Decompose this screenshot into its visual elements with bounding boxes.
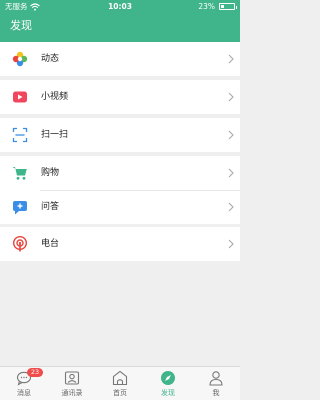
menu-item-label: 问答 — [41, 202, 60, 212]
chevron-right-icon — [228, 239, 234, 249]
discover-compass-icon — [161, 371, 175, 385]
menu-item-label: 扫一扫 — [41, 130, 69, 140]
radio-icon — [13, 236, 27, 252]
status-bar: 无服务 10:03 23% — [0, 0, 240, 14]
chevron-right-icon — [228, 130, 234, 140]
battery-percent: 23% — [198, 2, 215, 11]
chevron-right-icon — [228, 168, 234, 178]
menu-item-shopping[interactable]: 购物 — [0, 156, 240, 190]
qa-chat-icon — [13, 201, 27, 215]
tab-label: 消息 — [17, 389, 31, 397]
tab-messages[interactable]: 23 消息 — [0, 367, 48, 400]
menu-item-label: 电台 — [41, 239, 60, 249]
tab-home[interactable]: 首页 — [96, 367, 144, 400]
tab-label: 通讯录 — [61, 389, 83, 397]
photo-wheel-icon — [12, 51, 28, 67]
menu-group-video: 小视频 — [0, 80, 240, 114]
menu-item-label: 购物 — [41, 168, 60, 178]
top-header: 无服务 10:03 23% 发现 — [0, 0, 240, 42]
menu-item-label: 动态 — [41, 54, 60, 64]
menu-item-label: 小视频 — [41, 92, 69, 102]
shopping-cart-icon — [12, 167, 27, 180]
battery-icon — [219, 3, 237, 10]
tab-label: 我 — [212, 389, 220, 397]
contacts-icon — [64, 371, 80, 385]
home-icon — [112, 370, 128, 386]
menu-item-scan[interactable]: 扫一扫 — [0, 118, 240, 152]
menu-item-qa[interactable]: 问答 — [0, 190, 240, 224]
profile-person-icon — [209, 371, 223, 386]
chevron-right-icon — [228, 92, 234, 102]
tab-label: 首页 — [113, 389, 127, 397]
bottom-tab-bar: 23 消息 通讯录 首页 发现 我 — [0, 366, 240, 400]
menu-group-scan: 扫一扫 — [0, 118, 240, 152]
menu-group-shopping: 购物 问答 — [0, 156, 240, 224]
tab-me[interactable]: 我 — [192, 367, 240, 400]
tab-contacts[interactable]: 通讯录 — [48, 367, 96, 400]
chevron-right-icon — [228, 54, 234, 64]
scan-icon — [12, 127, 28, 143]
tab-discover[interactable]: 发现 — [144, 367, 192, 400]
video-camera-icon — [13, 91, 27, 103]
menu-item-radio[interactable]: 电台 — [0, 227, 240, 261]
unread-badge: 23 — [27, 368, 43, 377]
page-title: 发现 — [10, 19, 32, 32]
menu-group-radio: 电台 — [0, 227, 240, 261]
menu-group-moments: 动态 — [0, 42, 240, 76]
menu-item-moments[interactable]: 动态 — [0, 42, 240, 76]
chevron-right-icon — [228, 202, 234, 212]
tab-label: 发现 — [161, 389, 175, 397]
menu-item-short-video[interactable]: 小视频 — [0, 80, 240, 114]
